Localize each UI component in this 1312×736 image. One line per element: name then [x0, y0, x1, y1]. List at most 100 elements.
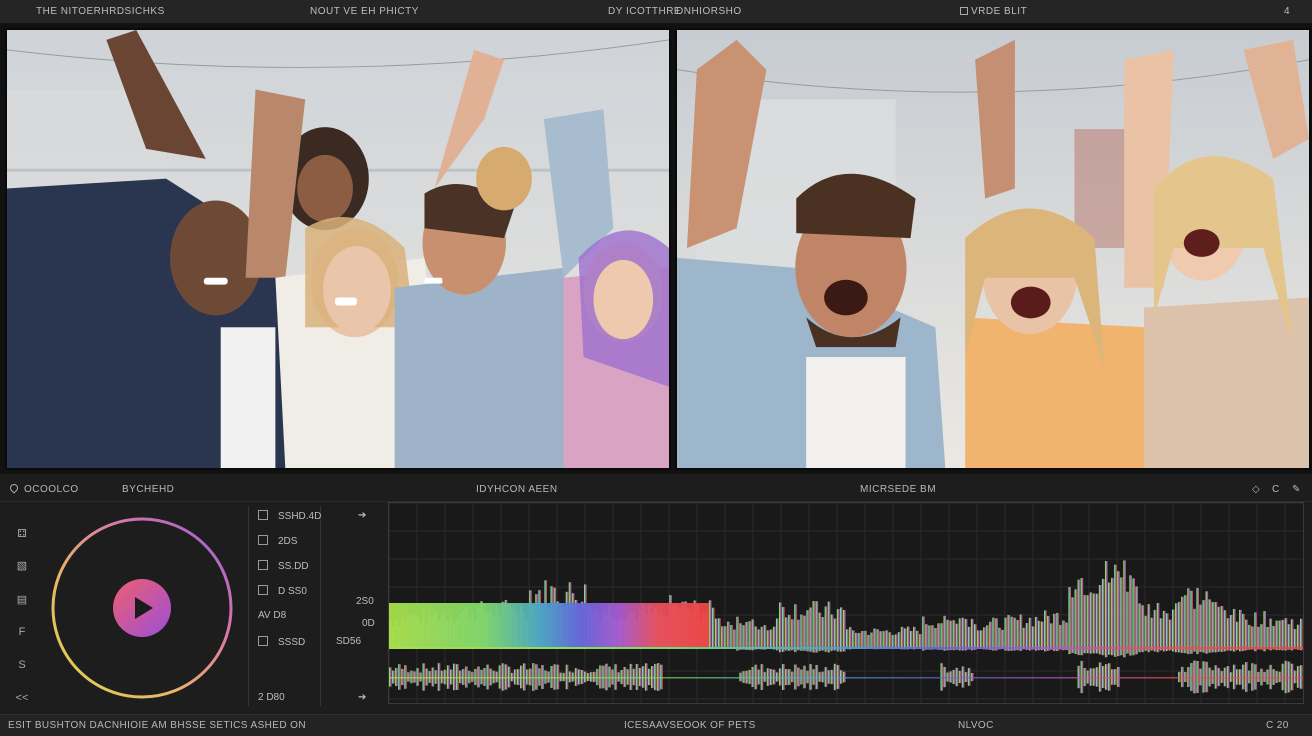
waveform-bar	[1296, 666, 1300, 688]
waveform-bar	[882, 631, 886, 649]
waveform-bar	[590, 672, 593, 682]
panel2-meta-text: VRDE BLIT	[971, 6, 1028, 17]
list-item[interactable]: 2DS	[258, 535, 297, 549]
app-title: THE NITOERHRDSICHKS	[36, 6, 165, 17]
checkbox[interactable]	[258, 585, 268, 595]
waveform-bar	[870, 632, 873, 649]
waveform-bar	[919, 634, 922, 649]
waveform-bar	[797, 667, 800, 687]
image-icon[interactable]: ▧	[14, 558, 30, 574]
waveform-bar	[861, 631, 864, 649]
waveform-bar	[769, 629, 773, 650]
video-preview-right[interactable]	[675, 28, 1311, 470]
text-f-icon[interactable]: F	[14, 624, 30, 640]
waveform-bar	[1211, 602, 1215, 653]
list-item[interactable]: SS.DD	[258, 560, 309, 574]
waveform-bar	[1132, 578, 1135, 656]
waveform-canvas	[389, 503, 1303, 703]
checkbox[interactable]	[258, 510, 268, 520]
tab-checked[interactable]: BYCHEHD	[122, 484, 174, 495]
header-c-label[interactable]: C	[1272, 484, 1280, 495]
list-item[interactable]: D SS0	[258, 585, 307, 599]
text-s-icon[interactable]: S	[14, 657, 30, 673]
waveform-bar	[952, 620, 956, 651]
status-far-right: C 20	[1266, 720, 1289, 731]
list-item-label: AV D8	[258, 610, 287, 621]
waveform-bar	[739, 672, 742, 682]
shield-icon[interactable]: ◇	[1252, 484, 1260, 495]
waveform-bar	[577, 669, 581, 685]
waveform-bar	[949, 620, 953, 651]
waveform-bar	[876, 629, 880, 650]
file-icon[interactable]: ▤	[14, 592, 30, 608]
waveform-bar	[800, 614, 803, 651]
waveform-bar	[1290, 619, 1294, 651]
waveform-bar	[714, 618, 718, 649]
waveform-bar	[708, 600, 712, 649]
checkbox[interactable]	[258, 636, 268, 646]
waveform-bar	[1138, 603, 1142, 653]
top-baseline	[389, 647, 1303, 649]
waveform-bar	[1129, 575, 1132, 656]
list-item[interactable]: SSHD.4D	[258, 510, 321, 524]
waveform-bar	[1114, 669, 1117, 685]
waveform-bar	[1223, 610, 1227, 652]
waveform-bar	[864, 630, 867, 649]
checkbox[interactable]	[258, 560, 268, 570]
waveform-bar	[778, 602, 782, 653]
video-preview-left[interactable]	[5, 28, 671, 470]
waveform-bar	[839, 607, 843, 652]
waveform-bar	[821, 617, 825, 651]
location-label[interactable]: OCOOLCO	[8, 482, 79, 495]
waveform-bar	[839, 670, 843, 684]
waveform-bar	[1114, 564, 1117, 657]
corner-label[interactable]: 4	[1284, 6, 1290, 17]
expand-arrow-icon[interactable]: ➔	[358, 692, 366, 703]
waveform-bar	[824, 606, 828, 652]
list-item[interactable]: SSSD	[258, 636, 305, 650]
waveform-bar	[416, 668, 420, 686]
location-text: OCOOLCO	[24, 484, 79, 495]
rewind-icon[interactable]: <<	[14, 690, 30, 706]
panel2-title[interactable]: DNHIORSHO	[676, 6, 742, 17]
waveform-bar	[559, 672, 563, 682]
camera-icon[interactable]: ⚃	[14, 526, 30, 542]
waveform-bar	[909, 631, 913, 649]
waveform-bar	[983, 627, 986, 650]
waveform-bar	[809, 664, 813, 690]
waveform-bar	[520, 665, 523, 689]
waveform-bar	[760, 626, 764, 650]
waveform-bar	[1101, 578, 1105, 656]
audio-waveform[interactable]	[388, 502, 1304, 704]
waveform-bar	[791, 619, 794, 651]
play-button[interactable]	[113, 579, 171, 637]
collapse-arrow-icon[interactable]: ➔	[358, 510, 366, 521]
waveform-bar	[1016, 620, 1020, 651]
waveform-bar	[812, 601, 816, 653]
waveform-bar	[1104, 664, 1108, 690]
waveform-bar	[1290, 663, 1294, 691]
waveform-bar	[937, 623, 940, 650]
waveform-bar	[858, 632, 861, 649]
waveform-bar	[1007, 615, 1011, 651]
checkbox[interactable]	[258, 535, 268, 545]
waveform-bar	[1232, 608, 1236, 652]
waveform-bar	[809, 607, 813, 652]
waveform-bar	[867, 634, 870, 649]
waveform-bar	[955, 623, 959, 650]
square-icon	[960, 7, 968, 15]
waveform-bar	[1208, 599, 1212, 653]
divider	[248, 506, 249, 706]
edit-icon[interactable]: ✎	[1292, 484, 1301, 495]
waveform-bar	[580, 670, 584, 684]
waveform-bar	[1263, 611, 1266, 652]
waveform-bar	[751, 619, 755, 651]
editor-header: OCOOLCO BYCHEHD IDYHCON AEEN MICRSEDE BM…	[0, 474, 1312, 502]
waveform-bar	[1171, 609, 1175, 652]
waveform-bar	[934, 628, 937, 650]
waveform-bar	[1214, 665, 1218, 689]
waveform-bar	[498, 665, 502, 689]
waveform-bar	[836, 609, 840, 652]
waveform-bar	[742, 625, 745, 650]
waveform-bar	[943, 615, 947, 651]
